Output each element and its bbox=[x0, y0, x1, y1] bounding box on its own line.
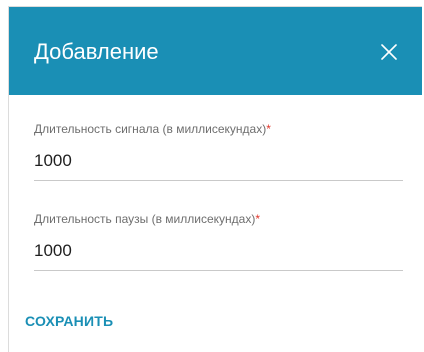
dialog-title: Добавление bbox=[34, 39, 159, 64]
save-button[interactable]: СОХРАНИТЬ bbox=[25, 313, 113, 329]
pause-duration-field: Длительность паузы (в миллисекундах)* bbox=[34, 212, 403, 271]
close-icon bbox=[381, 44, 397, 60]
close-button[interactable] bbox=[375, 38, 403, 66]
required-mark: * bbox=[266, 122, 271, 136]
pause-duration-input[interactable] bbox=[34, 238, 403, 271]
add-dialog: Добавление Длительность сигнала (в милли… bbox=[8, 6, 422, 352]
signal-duration-label: Длительность сигнала (в миллисекундах)* bbox=[34, 122, 403, 136]
dialog-header: Добавление bbox=[9, 7, 422, 95]
pause-duration-label: Длительность паузы (в миллисекундах)* bbox=[34, 212, 403, 226]
signal-duration-field: Длительность сигнала (в миллисекундах)* bbox=[34, 122, 403, 181]
required-mark: * bbox=[255, 212, 260, 226]
signal-duration-input[interactable] bbox=[34, 148, 403, 181]
signal-duration-label-text: Длительность сигнала (в миллисекундах) bbox=[34, 122, 267, 136]
pause-duration-label-text: Длительность паузы (в миллисекундах) bbox=[34, 212, 256, 226]
